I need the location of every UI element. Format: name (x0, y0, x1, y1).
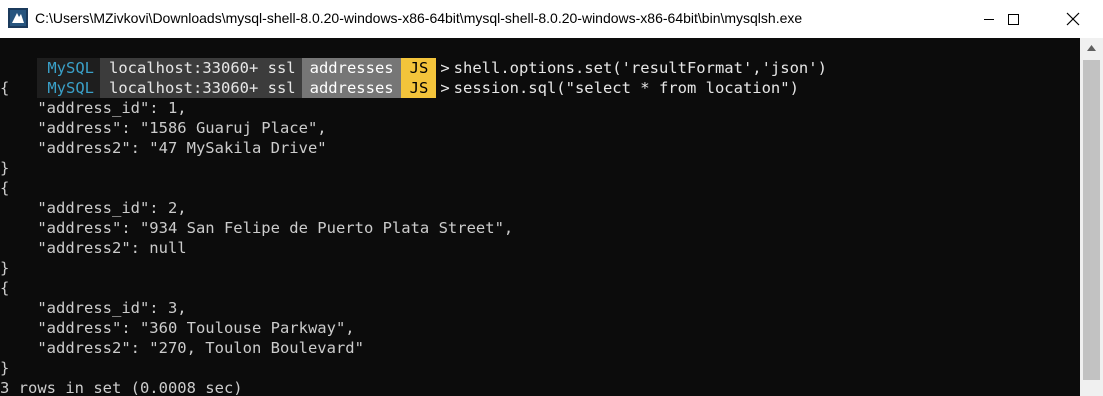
prompt-schema: addresses (301, 78, 401, 98)
output-line: 3 rows in set (0.0008 sec) (0, 379, 243, 396)
console-output[interactable]: MySQL localhost:33060+ ssl addresses JS > she… (0, 38, 1080, 396)
output-line: { (0, 279, 10, 297)
maximize-icon (1008, 14, 1019, 25)
output-line: "address_id": 1, (0, 99, 187, 117)
output-line: { (0, 179, 10, 197)
prompt-arrow: > (440, 79, 450, 97)
chevron-up-icon (1087, 45, 1096, 51)
prompt-line: MySQL localhost:33060+ ssl addresses JS > she… (0, 38, 827, 78)
output-line: } (0, 159, 10, 177)
mysql-shell-icon (8, 8, 28, 28)
output-line: "address2": "270, Toulon Boulevard" (0, 339, 364, 357)
output-line: { (0, 79, 10, 97)
title-bar[interactable]: C:\Users\MZivkovi\Downloads\mysql-shell-… (0, 0, 1103, 38)
output-line: } (0, 259, 10, 277)
prompt-line: MySQL localhost:33060+ ssl addresses JS > ses… (0, 58, 799, 98)
output-line: "address_id": 2, (0, 199, 187, 217)
scroll-thumb[interactable] (1083, 60, 1100, 380)
prompt-product: MySQL (37, 78, 100, 98)
output-line: "address2": null (0, 239, 187, 257)
output-line: "address": "934 San Felipe de Puerto Pla… (0, 219, 514, 237)
maximize-button[interactable] (990, 0, 1036, 38)
vertical-scrollbar[interactable] (1080, 38, 1103, 396)
output-line: "address": "1586 Guaruj Place", (0, 119, 327, 137)
output-line: } (0, 359, 10, 377)
scroll-up-button[interactable] (1080, 38, 1103, 58)
window-title: C:\Users\MZivkovi\Downloads\mysql-shell-… (35, 10, 803, 26)
prompt-host: localhost:33060+ ssl (100, 78, 302, 98)
close-icon (1066, 12, 1080, 26)
command-text: session.sql("select * from location") (453, 79, 799, 97)
close-button[interactable] (1050, 0, 1096, 38)
output-line: "address2": "47 MySakila Drive" (0, 139, 327, 157)
output-line: "address_id": 3, (0, 299, 187, 317)
output-line: "address": "360 Toulouse Parkway", (0, 319, 355, 337)
prompt-mode: JS (400, 78, 437, 98)
